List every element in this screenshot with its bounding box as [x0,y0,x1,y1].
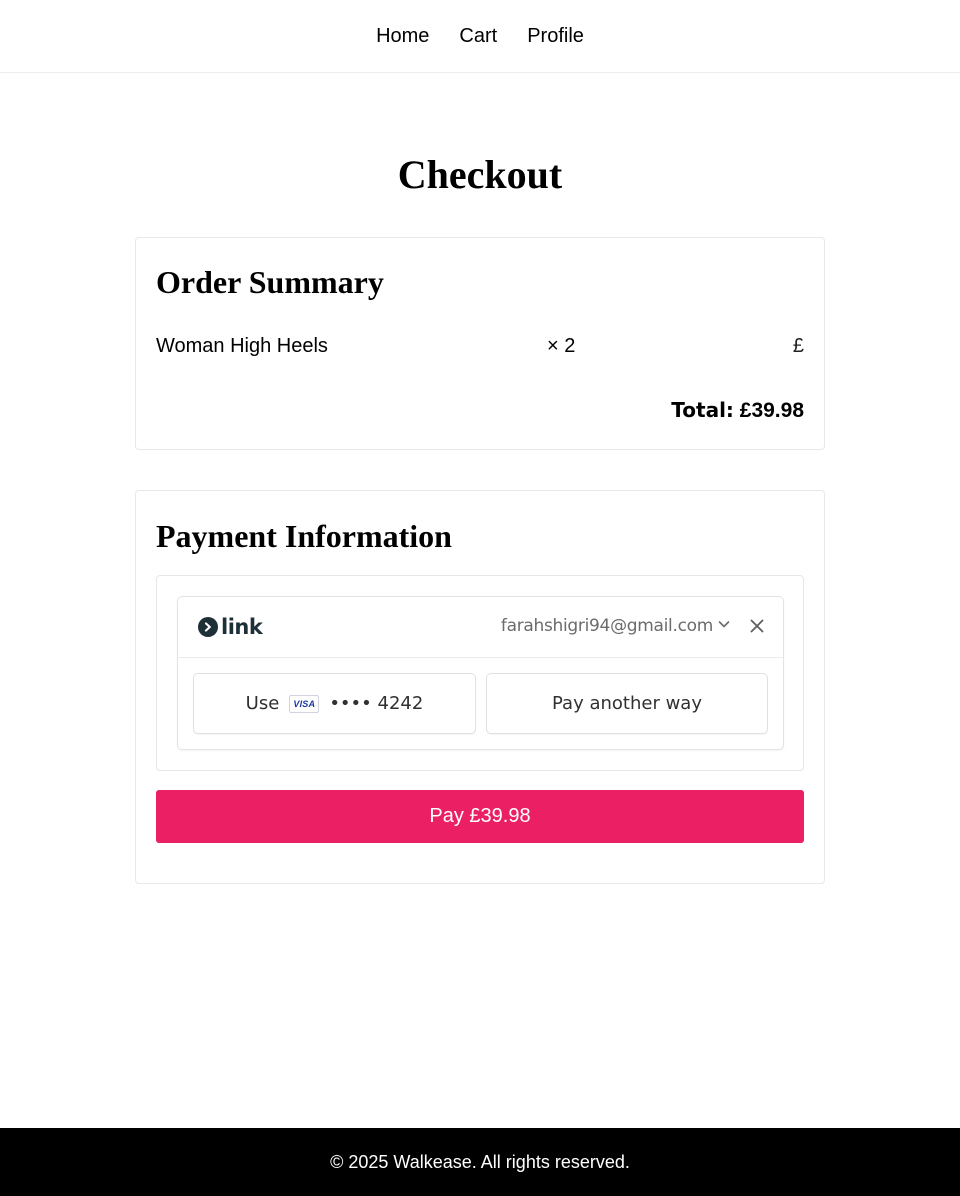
footer: © 2025 Walkease. All rights reserved. [0,1128,960,1196]
link-header: link farahshigri94@gmail.com [178,597,783,658]
order-item-quantity: × 2 [547,335,576,357]
order-item-price: £ [792,335,804,357]
link-authentication-widget: link farahshigri94@gmail.com Use VISA ••… [177,596,784,750]
visa-icon: VISA [289,694,320,713]
payment-element-frame: link farahshigri94@gmail.com Use VISA ••… [156,575,804,771]
payment-information-card: Payment Information link farahshigri94@g… [135,490,825,884]
use-saved-card-button[interactable]: Use VISA •••• 4242 [193,673,476,734]
order-summary-heading: Order Summary [156,264,384,300]
nav-home-link[interactable]: Home [376,26,429,46]
link-logo: link [198,615,263,639]
pay-another-way-button[interactable]: Pay another way [486,673,768,734]
link-account-email: farahshigri94@gmail.com [500,616,713,636]
nav-cart-link[interactable]: Cart [459,26,497,46]
order-total-value: £39.98 [739,399,804,422]
payment-information-heading: Payment Information [156,518,452,554]
link-logo-icon [198,617,218,637]
pay-button[interactable]: Pay £39.98 [156,790,804,843]
link-account-email-dropdown[interactable]: farahshigri94@gmail.com [501,616,731,636]
saved-card-number: •••• 4242 [329,693,424,714]
page-title: Checkout [397,152,563,197]
pay-another-way-label: Pay another way [552,693,702,714]
order-item-row: Woman High Heels × 2 £ [156,335,804,359]
use-label: Use [245,693,280,714]
top-navigation: Home Cart Profile [0,0,960,73]
link-logo-text: link [221,615,263,639]
order-total-label: Total: [671,398,734,422]
nav-profile-link[interactable]: Profile [527,26,584,46]
chevron-down-icon [717,616,731,636]
order-summary-card: Order Summary Woman High Heels × 2 £ Tot… [135,237,825,450]
order-total: Total: £39.98 [671,398,804,423]
footer-copyright: © 2025 Walkease. All rights reserved. [330,1152,630,1172]
order-item-name: Woman High Heels [156,335,328,357]
close-icon[interactable] [749,618,765,634]
